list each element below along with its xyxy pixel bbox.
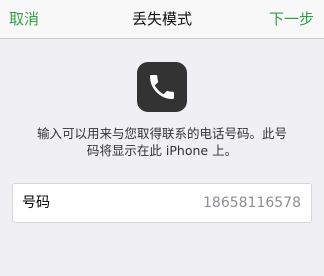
navigation-bar: 取消 丢失模式 下一步 <box>0 0 324 39</box>
phone-number-field[interactable]: 号码 18658116578 <box>12 183 312 223</box>
phone-number-label: 号码 <box>22 195 50 211</box>
instruction-line-2: 码将显示在此 iPhone 上。 <box>86 143 238 158</box>
phone-icon <box>137 62 187 112</box>
instruction-line-1: 输入可以用来与您取得联系的电话号码。此号 <box>36 126 287 141</box>
phone-number-input[interactable]: 18658116578 <box>203 194 301 213</box>
phone-handset-icon <box>150 75 174 99</box>
instruction-text: 输入可以用来与您取得联系的电话号码。此号 码将显示在此 iPhone 上。 <box>0 125 324 159</box>
next-button[interactable]: 下一步 <box>269 9 314 29</box>
